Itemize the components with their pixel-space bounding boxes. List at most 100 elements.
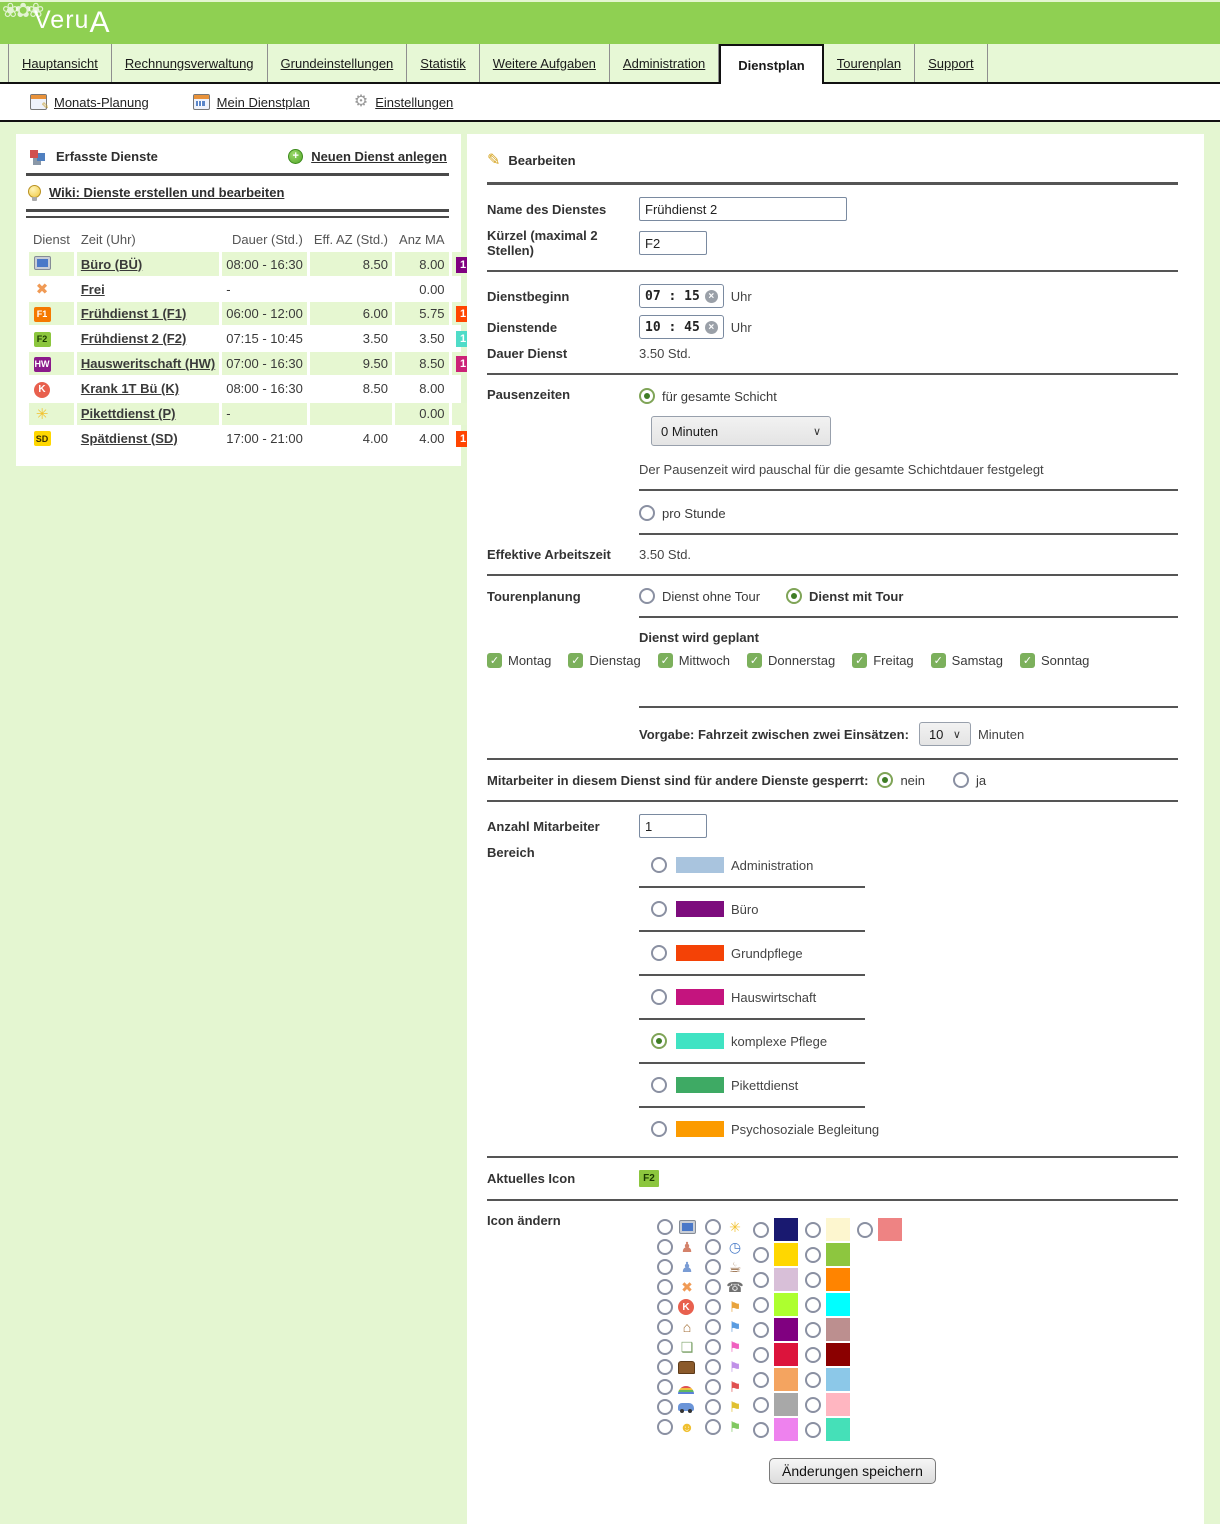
kuerzel-input[interactable] [639, 231, 707, 255]
checkbox-checked-donnerstag[interactable]: ✓ [747, 653, 762, 668]
tab-statistik[interactable]: Statistik [407, 44, 480, 82]
icon-radio-smiley-icon[interactable] [657, 1419, 673, 1435]
color-radio[interactable] [753, 1272, 769, 1288]
icon-radio-phone-icon[interactable] [705, 1279, 721, 1295]
subnav-item-einstellungen[interactable]: ⚙Einstellungen [354, 95, 453, 110]
service-link[interactable]: Frühdienst 1 (F1) [81, 306, 186, 321]
pause-schicht-radio[interactable] [639, 388, 655, 404]
icon-radio-rainbow-icon[interactable] [657, 1379, 673, 1395]
checkbox-checked-montag[interactable]: ✓ [487, 653, 502, 668]
subnav-item-mein-dienstplan[interactable]: Mein Dienstplan [193, 94, 310, 110]
service-link[interactable]: Büro (BÜ) [81, 257, 142, 272]
color-radio[interactable] [753, 1247, 769, 1263]
gesperrt-nein-radio[interactable] [877, 772, 893, 788]
icon-radio-coffee-cup-icon[interactable] [705, 1259, 721, 1275]
color-option [753, 1417, 800, 1442]
current-service-icon: F2 [639, 1170, 659, 1187]
color-radio[interactable] [805, 1397, 821, 1413]
checkbox-checked-sonntag[interactable]: ✓ [1020, 653, 1035, 668]
bereich-radio-pikettdienst[interactable] [651, 1077, 667, 1093]
clear-time-icon[interactable]: × [705, 321, 718, 334]
pause-duration-select[interactable]: 0 Minuten ∨ [651, 416, 831, 446]
color-radio[interactable] [805, 1222, 821, 1238]
icon-radio-worker-red-icon[interactable] [657, 1239, 673, 1255]
color-radio[interactable] [857, 1222, 873, 1238]
dienst-ohne-tour-radio[interactable] [639, 588, 655, 604]
color-swatch [826, 1368, 850, 1391]
color-radio[interactable] [805, 1272, 821, 1288]
color-radio[interactable] [753, 1297, 769, 1313]
icon-radio-chest-icon[interactable] [657, 1359, 673, 1375]
tab-support[interactable]: Support [915, 44, 988, 82]
tab-administration[interactable]: Administration [610, 44, 719, 82]
pause-stunde-radio[interactable] [639, 505, 655, 521]
icon-radio-cross-icon[interactable] [657, 1279, 673, 1295]
bereich-radio-administration[interactable] [651, 857, 667, 873]
color-radio[interactable] [805, 1322, 821, 1338]
icon-radio-alarm-clock-icon[interactable] [705, 1239, 721, 1255]
bereich-radio-grundpflege[interactable] [651, 945, 667, 961]
service-link[interactable]: Krank 1T Bü (K) [81, 381, 179, 396]
checkbox-checked-mittwoch[interactable]: ✓ [658, 653, 673, 668]
icon-radio-house-icon[interactable] [657, 1319, 673, 1335]
icon-radio-flag-green-icon[interactable] [705, 1419, 721, 1435]
subnav-label: Mein Dienstplan [217, 95, 310, 110]
tab-tourenplan[interactable]: Tourenplan [824, 44, 915, 82]
clear-time-icon[interactable]: × [705, 290, 718, 303]
color-radio[interactable] [805, 1422, 821, 1438]
service-link[interactable]: Frei [81, 282, 105, 297]
icon-radio-worker-blue-icon[interactable] [657, 1259, 673, 1275]
icon-radio-flag-orange-icon[interactable] [705, 1299, 721, 1315]
tab-dienstplan[interactable]: Dienstplan [719, 44, 823, 84]
rainbow-icon [678, 1386, 694, 1394]
tab-weitere-aufgaben[interactable]: Weitere Aufgaben [480, 44, 610, 82]
bereich-radio-komplexe-pflege[interactable] [651, 1033, 667, 1049]
tab-hauptansicht[interactable]: Hauptansicht [8, 44, 112, 82]
service-name-input[interactable] [639, 197, 847, 221]
new-service-link[interactable]: Neuen Dienst anlegen [311, 149, 447, 164]
checkbox-checked-dienstag[interactable]: ✓ [568, 653, 583, 668]
color-radio[interactable] [753, 1222, 769, 1238]
dienstende-input[interactable]: 10 : 45 × [639, 315, 724, 339]
service-link[interactable]: Frühdienst 2 (F2) [81, 331, 186, 346]
color-radio[interactable] [753, 1322, 769, 1338]
bereich-radio-psychosoziale-begleitung[interactable] [651, 1121, 667, 1137]
gesperrt-ja-radio[interactable] [953, 772, 969, 788]
icon-radio-flag-red-icon[interactable] [705, 1379, 721, 1395]
color-radio[interactable] [805, 1247, 821, 1263]
icon-radio-flag-pink-icon[interactable] [705, 1339, 721, 1355]
icon-radio-asterisk-icon[interactable] [705, 1219, 721, 1235]
icon-option: ◷ [705, 1237, 745, 1257]
wiki-link[interactable]: Wiki: Dienste erstellen und bearbeiten [49, 185, 284, 200]
checkbox-checked-samstag[interactable]: ✓ [931, 653, 946, 668]
icon-radio-computer-icon[interactable] [657, 1219, 673, 1235]
icon-radio-flag-violet-icon[interactable] [705, 1359, 721, 1375]
tab-grundeinstellungen[interactable]: Grundeinstellungen [268, 44, 408, 82]
color-radio[interactable] [753, 1372, 769, 1388]
anzahl-mitarbeiter-input[interactable] [639, 814, 707, 838]
tab-rechnungsverwaltung[interactable]: Rechnungsverwaltung [112, 44, 268, 82]
checkbox-checked-freitag[interactable]: ✓ [852, 653, 867, 668]
bereich-radio-hauswirtschaft[interactable] [651, 989, 667, 1005]
save-changes-button[interactable]: Änderungen speichern [769, 1458, 936, 1484]
dienst-mit-tour-radio[interactable] [786, 588, 802, 604]
color-radio[interactable] [753, 1422, 769, 1438]
color-radio[interactable] [805, 1297, 821, 1313]
subnav-item-monats-planung[interactable]: Monats-Planung [30, 94, 149, 110]
service-link[interactable]: Pikettdienst (P) [81, 406, 176, 421]
icon-radio-flag-blue-icon[interactable] [705, 1319, 721, 1335]
service-link[interactable]: Spätdienst (SD) [81, 431, 178, 446]
color-column [857, 1217, 904, 1442]
color-radio[interactable] [805, 1372, 821, 1388]
bereich-radio-b-ro[interactable] [651, 901, 667, 917]
color-radio[interactable] [805, 1347, 821, 1363]
icon-radio-picture-icon[interactable] [657, 1339, 673, 1355]
color-radio[interactable] [753, 1347, 769, 1363]
fahrzeit-select[interactable]: 10 ∨ [919, 722, 971, 746]
dienstbeginn-input[interactable]: 07 : 15 × [639, 284, 724, 308]
icon-radio-krank-icon[interactable] [657, 1299, 673, 1315]
icon-radio-flag-yellow-icon[interactable] [705, 1399, 721, 1415]
icon-radio-car-icon[interactable] [657, 1399, 673, 1415]
color-radio[interactable] [753, 1397, 769, 1413]
service-link[interactable]: Hausweritschaft (HW) [81, 356, 215, 371]
